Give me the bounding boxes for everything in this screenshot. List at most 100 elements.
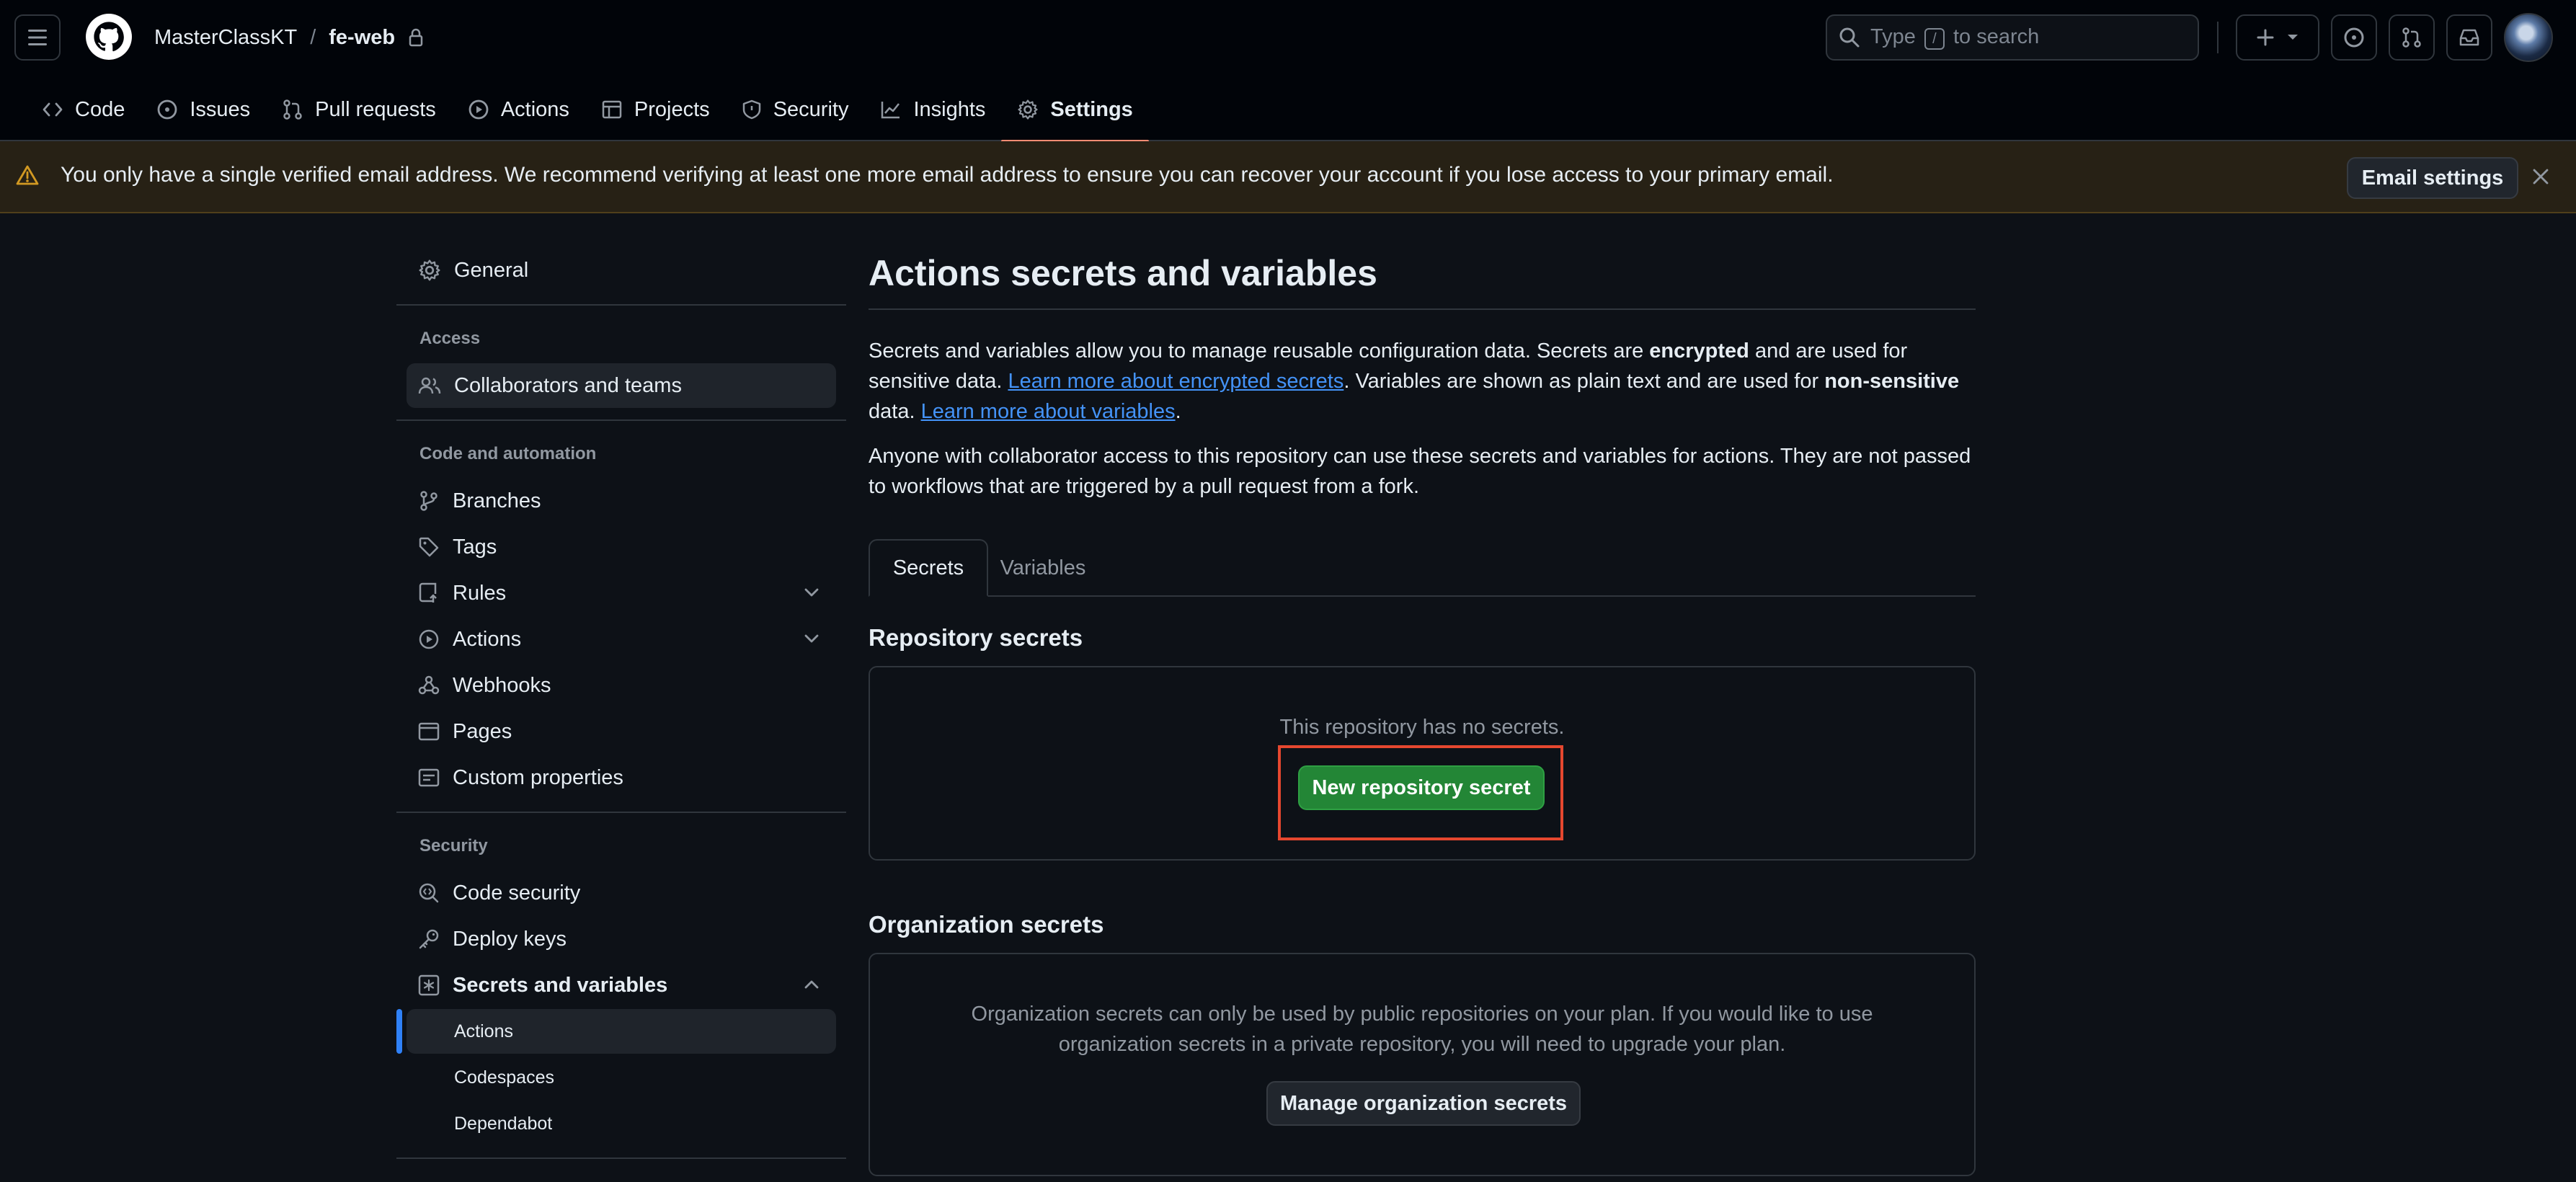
sidebar-item-general[interactable]: General [407,248,836,293]
sidebar-heading-code-automation: Code and automation [419,444,597,463]
codescan-icon [419,883,439,903]
tag-icon [419,537,439,557]
learn-variables-link[interactable]: Learn more about variables [921,400,1176,423]
sidebar-item-branches[interactable]: Branches [407,479,836,523]
tab-settings[interactable]: Settings [1001,78,1150,143]
sidebar-item-label: General [454,258,529,282]
key-asterisk-icon [418,974,440,996]
search-icon [1839,27,1860,48]
github-logo[interactable] [85,13,133,61]
sidebar-item-label: Secrets and variables [453,973,668,997]
breadcrumb: MasterClassKT / fe-web [154,23,424,52]
intro-text: . Variables are shown as plain text and … [1343,370,1825,393]
sidebar-divider [396,1157,846,1159]
repository-secrets-heading: Repository secrets [869,624,1083,651]
organization-secrets-box: Organization secrets can only be used by… [869,953,1976,1176]
organization-secrets-heading: Organization secrets [869,911,1104,938]
secrets-variables-tabs: Secrets Variables [869,539,1976,597]
tab-security[interactable]: Security [726,78,865,141]
sidebar-item-actions[interactable]: Actions [407,617,836,662]
tab-pull-requests[interactable]: Pull requests [266,78,452,141]
tab-insights[interactable]: Insights [864,78,1001,141]
repository-secrets-box: This repository has no secrets. New repo… [869,666,1976,861]
lock-icon [409,28,423,47]
hamburger-icon [28,30,47,45]
tab-pull-requests-label: Pull requests [315,97,436,121]
sidebar-item-label: Webhooks [453,673,551,697]
browser-icon [418,722,440,741]
app-header: MasterClassKT / fe-web Type / to search [0,0,2576,143]
active-item-indicator [396,1009,402,1054]
close-icon[interactable] [2531,167,2550,186]
sidebar-subitem-dependabot[interactable]: Dependabot [407,1101,836,1146]
sidebar-item-secrets-and-variables[interactable]: Secrets and variables [407,963,836,1008]
tab-actions[interactable]: Actions [452,78,585,141]
sidebar-subitem-codespaces[interactable]: Codespaces [407,1055,836,1100]
tab-variables[interactable]: Variables [988,539,1098,597]
sidebar-subitem-actions[interactable]: Actions [407,1009,836,1054]
repo-push-icon [419,582,437,603]
intro-text: data. [869,400,921,423]
issue-opened-icon [157,99,177,120]
sidebar-item-rules[interactable]: Rules [407,571,836,616]
sidebar-item-tags[interactable]: Tags [407,525,836,569]
sidebar-item-label: Pages [453,719,512,743]
sidebar-item-label: Deploy keys [453,927,567,951]
tab-secrets[interactable]: Secrets [869,539,988,597]
sidebar-item-webhooks[interactable]: Webhooks [407,663,836,708]
intro-text: . [1175,400,1181,423]
tab-issues-label: Issues [190,97,251,121]
sidebar-item-code-security[interactable]: Code security [407,871,836,915]
sidebar-item-label: Rules [453,581,507,605]
learn-encrypted-secrets-link[interactable]: Learn more about encrypted secrets [1008,370,1343,393]
sidebar-item-collaborators[interactable]: Collaborators and teams [407,363,836,408]
page-title: Actions secrets and variables [869,253,1377,293]
search-placeholder-prefix: Type [1870,25,1916,48]
code-icon [43,102,63,117]
sidebar-item-deploy-keys[interactable]: Deploy keys [407,917,836,961]
email-settings-button[interactable]: Email settings [2347,157,2518,199]
owner-link[interactable]: MasterClassKT [154,26,297,50]
collaborator-note: Anyone with collaborator access to this … [869,445,1971,498]
intro-text: Secrets and variables allow you to manag… [869,339,1650,363]
chevron-down-icon [804,634,819,643]
menu-button[interactable] [14,14,61,61]
search-input[interactable]: Type / to search [1826,14,2199,61]
pull-requests-shortcut-button[interactable] [2389,14,2435,61]
tab-code[interactable]: Code [26,78,141,141]
git-pull-request-icon [283,99,302,120]
issues-shortcut-button[interactable] [2331,14,2377,61]
inbox-button[interactable] [2446,14,2492,61]
git-branch-icon [420,491,438,511]
webhook-icon [418,675,440,695]
sidebar-item-pages[interactable]: Pages [407,709,836,754]
repo-link[interactable]: fe-web [329,26,395,50]
breadcrumb-separator: / [310,25,316,49]
sidebar-item-label: Actions [453,627,522,651]
note-icon [418,768,440,787]
avatar[interactable] [2504,13,2553,62]
sidebar-item-label: Code security [453,881,581,905]
tab-projects[interactable]: Projects [585,78,726,141]
sidebar-divider [396,419,846,421]
search-shortcut-key: / [1924,28,1945,50]
org-secrets-note-line-1: Organization secrets can only be used by… [971,1003,1873,1026]
gear-icon [419,259,440,281]
chevron-down-icon [804,588,819,597]
tab-issues[interactable]: Issues [141,78,266,141]
graph-icon [881,102,900,119]
new-repository-secret-button[interactable]: New repository secret [1298,765,1545,810]
people-icon [418,377,441,394]
tab-insights-label: Insights [913,97,986,121]
play-icon [468,99,489,120]
manage-organization-secrets-button[interactable]: Manage organization secrets [1266,1081,1581,1126]
create-new-button[interactable] [2236,14,2319,61]
sidebar-item-label: Branches [453,489,541,512]
intro-emphasis-encrypted: encrypted [1649,339,1749,363]
search-placeholder-suffix: to search [1953,25,2040,48]
header-divider [2217,22,2219,53]
sidebar-item-label: Collaborators and teams [454,373,682,397]
play-icon [419,629,439,649]
sidebar-item-custom-properties[interactable]: Custom properties [407,755,836,800]
tab-settings-label: Settings [1050,97,1133,121]
